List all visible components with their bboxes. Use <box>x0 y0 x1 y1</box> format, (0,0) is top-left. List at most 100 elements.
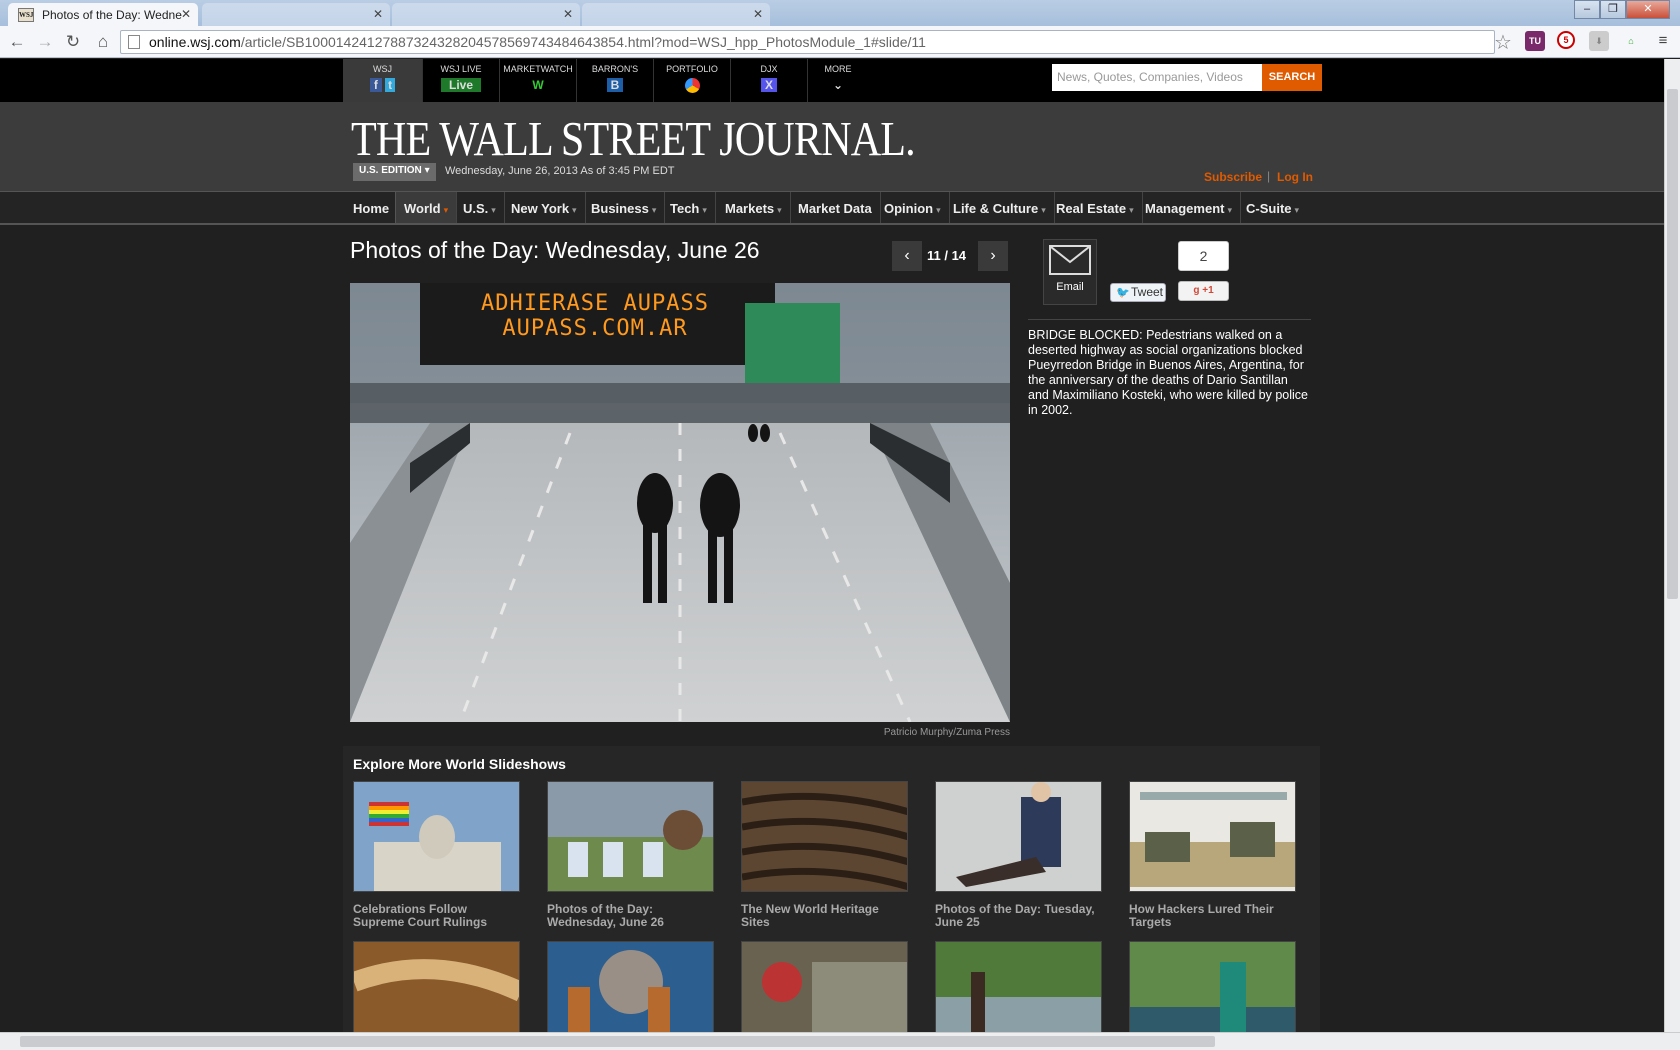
property-marketwatch[interactable]: MARKETWATCH W <box>500 59 577 102</box>
nav-item-new-york[interactable]: New York ▾ <box>503 192 586 223</box>
slideshow-card-title[interactable]: Photos of the Day: Tuesday, June 25 <box>935 903 1102 929</box>
edition-label: U.S. EDITION <box>359 165 422 176</box>
email-button[interactable]: Email <box>1043 239 1097 305</box>
vertical-scrollbar[interactable] <box>1664 59 1680 1032</box>
slideshow-card[interactable] <box>741 941 908 1032</box>
nav-label: Home <box>353 201 390 216</box>
nav-item-market-data[interactable]: Market Data <box>790 192 881 223</box>
extension-house-icon[interactable]: ⌂ <box>1621 31 1641 51</box>
slideshow-thumbnail[interactable] <box>353 781 520 892</box>
property-barrons[interactable]: BARRON'S B <box>577 59 654 102</box>
nav-item-c-suite[interactable]: C-Suite ▾ <box>1238 192 1307 223</box>
slideshow-card[interactable]: Photos of the Day: Wednesday, June 26 <box>547 781 714 929</box>
address-bar[interactable]: online.wsj.com/article/SB100014241278873… <box>120 30 1495 54</box>
slideshow-thumbnail[interactable] <box>353 941 520 1032</box>
email-label: Email <box>1056 281 1084 293</box>
browser-tab[interactable]: ✕ <box>392 3 580 26</box>
nav-item-us[interactable]: U.S. ▾ <box>455 192 505 223</box>
nav-item-management[interactable]: Management ▾ <box>1137 192 1241 223</box>
login-link[interactable]: Log In <box>1277 170 1313 184</box>
nav-label: Life & Culture <box>953 201 1039 216</box>
forward-icon[interactable]: → <box>34 31 56 53</box>
search-button[interactable]: SEARCH <box>1262 64 1322 91</box>
nav-item-world[interactable]: World ▾ <box>395 192 458 223</box>
extension-download-icon[interactable]: ⬇ <box>1589 31 1609 51</box>
property-more[interactable]: MORE ⌄ <box>808 59 868 102</box>
slide-caption: BRIDGE BLOCKED: Pedestrians walked on a … <box>1028 328 1308 417</box>
browser-tab[interactable]: ✕ <box>202 3 390 26</box>
nav-item-opinion[interactable]: Opinion ▾ <box>876 192 950 223</box>
tweet-button[interactable]: 🐦 Tweet <box>1110 283 1166 302</box>
home-icon[interactable]: ⌂ <box>92 31 114 53</box>
slideshow-thumbnail[interactable] <box>935 941 1102 1032</box>
nav-label: Management <box>1145 201 1225 216</box>
edition-selector[interactable]: U.S. EDITION ▾ <box>353 163 436 181</box>
slideshow-card-title[interactable]: How Hackers Lured Their Targets <box>1129 903 1296 929</box>
caret-down-icon: ▾ <box>443 205 449 215</box>
reload-icon[interactable]: ↻ <box>62 31 84 53</box>
slideshow-card[interactable] <box>1129 941 1296 1032</box>
browser-tab[interactable]: ✕ <box>582 3 770 26</box>
slideshow-card[interactable] <box>353 941 520 1032</box>
chevron-down-icon: ⌄ <box>832 78 844 92</box>
led-sign-line: AUPASS.COM.AR <box>502 316 688 341</box>
property-label: WSJ LIVE <box>440 64 482 74</box>
nav-item-markets[interactable]: Markets ▾ <box>717 192 791 223</box>
tab-close-icon[interactable]: ✕ <box>563 7 573 21</box>
slideshow-thumbnail[interactable] <box>547 781 714 892</box>
nav-item-real-estate[interactable]: Real Estate ▾ <box>1048 192 1143 223</box>
previous-slide-button[interactable]: ‹ <box>892 241 922 271</box>
minimize-button[interactable]: – <box>1574 0 1600 19</box>
search-input[interactable]: News, Quotes, Companies, Videos <box>1052 64 1262 91</box>
tab-close-icon[interactable]: ✕ <box>373 7 383 21</box>
bookmark-star-icon[interactable]: ☆ <box>1494 30 1512 55</box>
menu-icon[interactable]: ≡ <box>1653 31 1673 51</box>
nav-item-home[interactable]: Home <box>345 192 399 223</box>
slideshow-card[interactable]: The New World Heritage Sites <box>741 781 908 929</box>
slideshow-thumbnail[interactable] <box>1129 941 1296 1032</box>
browser-tab-active[interactable]: WSJ Photos of the Day: Wedne ✕ <box>8 3 198 26</box>
nav-item-tech[interactable]: Tech ▾ <box>662 192 716 223</box>
slideshow-card-title[interactable]: Celebrations Follow Supreme Court Ruling… <box>353 903 520 929</box>
slideshow-thumbnail[interactable] <box>547 941 714 1032</box>
extension-stop-icon[interactable]: 5 <box>1557 31 1575 49</box>
subscribe-link[interactable]: Subscribe <box>1204 170 1262 184</box>
property-wsj-live[interactable]: WSJ LIVE Live <box>423 59 500 102</box>
nav-item-business[interactable]: Business ▾ <box>583 192 666 223</box>
tweet-label: Tweet <box>1131 285 1164 299</box>
slideshow-thumbnail[interactable] <box>741 781 908 892</box>
explore-heading: Explore More World Slideshows <box>353 756 566 772</box>
slideshow-thumbnail[interactable] <box>741 941 908 1032</box>
scrollbar-thumb[interactable] <box>1667 89 1678 599</box>
slideshow-card[interactable] <box>935 941 1102 1032</box>
slideshow-card[interactable]: Celebrations Follow Supreme Court Ruling… <box>353 781 520 929</box>
slideshow-card-title[interactable]: Photos of the Day: Wednesday, June 26 <box>547 903 714 929</box>
thumbnail-image <box>1130 782 1295 891</box>
window-close-button[interactable]: ✕ <box>1626 0 1670 19</box>
slideshow-card[interactable] <box>547 941 714 1032</box>
next-slide-button[interactable]: › <box>978 241 1008 271</box>
property-label: MARKETWATCH <box>503 64 573 74</box>
property-wsj[interactable]: WSJ f t <box>343 59 423 102</box>
thumbnail-image <box>936 942 1101 1032</box>
property-portfolio[interactable]: PORTFOLIO <box>654 59 731 102</box>
nav-item-life-culture[interactable]: Life & Culture ▾ <box>945 192 1055 223</box>
scrollbar-thumb[interactable] <box>20 1036 1215 1047</box>
slideshow-card[interactable]: How Hackers Lured Their Targets <box>1129 781 1296 929</box>
gplus-button[interactable]: g +1 <box>1178 281 1229 301</box>
slideshow-thumbnail[interactable] <box>935 781 1102 892</box>
slideshow-thumbnail[interactable] <box>1129 781 1296 892</box>
maximize-button[interactable]: ❐ <box>1600 0 1626 19</box>
slide-photo[interactable]: ADHIERASE AUPASS AUPASS.COM.AR <box>350 283 1010 722</box>
slideshow-card[interactable]: Photos of the Day: Tuesday, June 25 <box>935 781 1102 929</box>
back-icon[interactable]: ← <box>6 31 28 53</box>
facebook-twitter-icon[interactable]: f t <box>343 78 422 92</box>
horizontal-scrollbar[interactable] <box>0 1032 1680 1050</box>
extension-tu-icon[interactable]: TU <box>1525 31 1545 51</box>
tab-close-icon[interactable]: ✕ <box>753 7 763 21</box>
tab-close-icon[interactable]: ✕ <box>181 7 191 21</box>
url-host: online.wsj.com <box>149 34 241 50</box>
slideshow-card-title[interactable]: The New World Heritage Sites <box>741 903 908 929</box>
property-djx[interactable]: DJX X <box>731 59 808 102</box>
wsj-logo[interactable]: THE WALL STREET JOURNAL. <box>351 110 916 167</box>
